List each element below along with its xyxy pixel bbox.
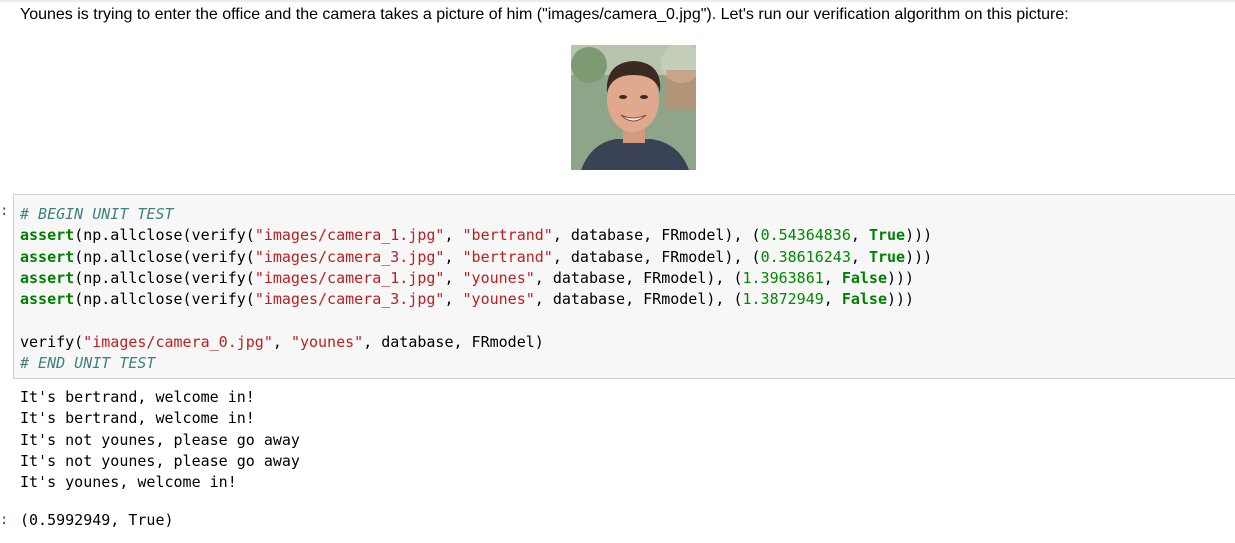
cell-result: (0.5992949, True) [20,511,174,529]
cell-separator [0,0,1235,2]
code-cell[interactable]: # BEGIN UNIT TEST assert(np.allclose(ver… [13,194,1235,379]
cell-stdout: It's bertrand, welcome in! It's bertrand… [20,387,300,493]
camera-photo [571,45,696,170]
verify-call-line: verify("images/camera_0.jpg", "younes", … [20,332,544,351]
output-line: It's younes, welcome in! [20,473,237,492]
result-prompt-marker: : [0,512,9,528]
output-line: It's not younes, please go away [20,430,300,449]
code-line: assert(np.allclose(verify("images/camera… [20,268,915,287]
comment-end: # END UNIT TEST [20,354,156,373]
code-line: assert(np.allclose(verify("images/camera… [20,226,933,245]
code-editor[interactable]: # BEGIN UNIT TEST assert(np.allclose(ver… [20,204,932,374]
code-line: assert(np.allclose(verify("images/camera… [20,290,915,309]
output-line: It's bertrand, welcome in! [20,388,255,406]
comment-begin: # BEGIN UNIT TEST [20,205,174,223]
cell-prompt-marker: : [0,203,9,219]
code-line: assert(np.allclose(verify("images/camera… [20,247,933,266]
output-line: It's not younes, please go away [20,451,300,470]
markdown-paragraph: Younes is trying to enter the office and… [20,6,1069,23]
output-line: It's bertrand, welcome in! [20,409,255,428]
person-photo-icon [571,45,696,170]
